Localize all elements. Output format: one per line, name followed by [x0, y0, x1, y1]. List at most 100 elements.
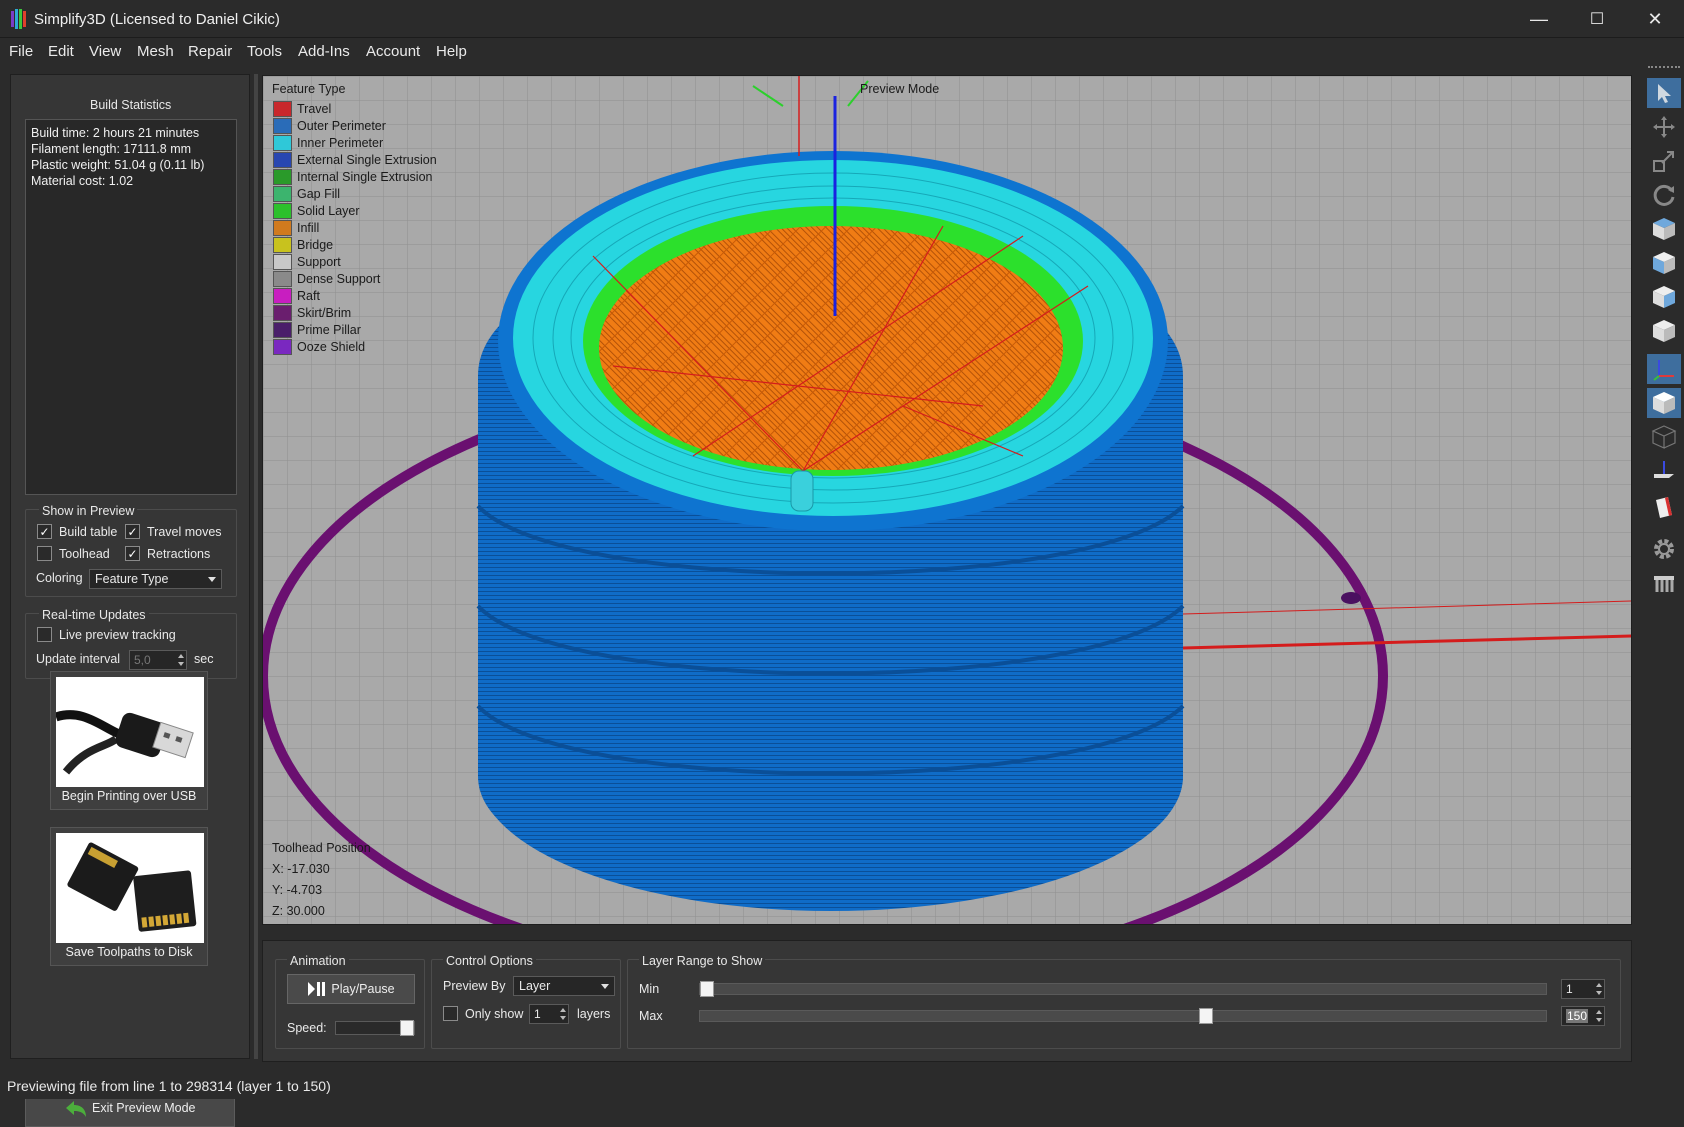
legend-item: Dense Support [273, 270, 380, 287]
legend-item: Prime Pillar [273, 321, 361, 338]
checkmark-icon: ✓ [127, 524, 138, 539]
usb-cable-image [56, 677, 204, 787]
legend-item: Bridge [273, 236, 333, 253]
live-preview-tracking-checkbox[interactable] [37, 627, 52, 642]
speed-slider[interactable] [335, 1020, 415, 1036]
show-axes-button[interactable] [1647, 354, 1681, 384]
update-interval-label: Update interval [36, 652, 121, 666]
max-layer-spinbox[interactable]: 150 [1561, 1006, 1605, 1026]
build-table-checkbox[interactable]: ✓ [37, 524, 52, 539]
speed-label: Speed: [287, 1021, 327, 1035]
minimize-button[interactable]: — [1510, 0, 1568, 38]
select-tool-button[interactable] [1647, 78, 1681, 108]
menu-account[interactable]: Account [366, 43, 420, 60]
max-layer-value: 150 [1566, 1009, 1589, 1023]
begin-printing-usb-button[interactable]: Begin Printing over USB [50, 671, 208, 810]
update-interval-spinbox[interactable]: 5,0 [129, 650, 187, 670]
update-interval-unit: sec [194, 652, 214, 666]
panel-splitter[interactable] [254, 74, 258, 1059]
menu-help[interactable]: Help [436, 43, 467, 60]
menu-tools[interactable]: Tools [247, 43, 282, 60]
solid-cube-icon [1653, 392, 1675, 414]
paint-bucket-icon [1656, 497, 1672, 518]
menu-add-ins[interactable]: Add-Ins [298, 43, 350, 60]
coloring-select[interactable]: Feature Type [89, 569, 222, 589]
process-settings-button[interactable] [1647, 568, 1681, 598]
menu-repair[interactable]: Repair [188, 43, 232, 60]
animation-title: Animation [287, 954, 349, 968]
min-layer-spinbox[interactable]: 1 [1561, 979, 1605, 999]
legend-label: Prime Pillar [297, 322, 361, 337]
preview-by-select[interactable]: Layer [513, 976, 615, 996]
build-statistics-title: Build Statistics [90, 98, 172, 112]
play-pause-button[interactable]: Play/Pause [287, 974, 415, 1004]
rotate-tool-button[interactable] [1647, 180, 1681, 210]
view-right-button[interactable] [1647, 282, 1681, 312]
min-layer-slider[interactable] [699, 981, 1547, 997]
filament-color-button[interactable] [1647, 492, 1681, 522]
begin-printing-usb-label: Begin Printing over USB [61, 789, 197, 803]
spin-up-icon [1596, 983, 1602, 987]
retractions-checkbox[interactable]: ✓ [125, 546, 140, 561]
legend-label: Dense Support [297, 271, 381, 286]
menu-file[interactable]: File [9, 43, 33, 60]
max-layer-slider-handle[interactable] [1199, 1008, 1213, 1024]
menu-mesh[interactable]: Mesh [137, 43, 174, 60]
move-tool-button[interactable] [1647, 112, 1681, 142]
close-icon: ✕ [1647, 8, 1663, 29]
stat-build-time: Build time: 2 hours 21 minutes [31, 126, 200, 140]
coloring-label: Coloring [36, 571, 83, 585]
coloring-value: Feature Type [95, 572, 169, 586]
wireframe-view-button[interactable] [1647, 422, 1681, 452]
settings-button[interactable] [1647, 534, 1681, 564]
scale-tool-button[interactable] [1647, 146, 1681, 176]
min-layer-slider-handle[interactable] [700, 981, 714, 997]
section-view-button[interactable] [1647, 456, 1681, 486]
legend-swatch [273, 100, 292, 117]
spin-up-icon [1596, 1010, 1602, 1014]
solid-view-button[interactable] [1647, 388, 1681, 418]
spin-down-icon [178, 662, 184, 666]
close-button[interactable]: ✕ [1626, 0, 1684, 38]
3d-preview-viewport[interactable]: Feature Type Preview Mode Travel Outer P… [262, 75, 1632, 925]
only-show-checkbox[interactable] [443, 1006, 458, 1021]
cross-section-icon [1654, 461, 1674, 478]
play-pause-label: Play/Pause [331, 982, 395, 996]
control-options-group [431, 959, 621, 1049]
back-arrow-icon [66, 1101, 86, 1117]
legend-label: Travel [297, 101, 332, 116]
speed-slider-handle[interactable] [400, 1020, 414, 1036]
legend-label: Ooze Shield [297, 339, 366, 354]
checkmark-icon: ✓ [39, 524, 50, 539]
only-show-spinbox[interactable]: 1 [529, 1004, 569, 1024]
menu-view[interactable]: View [89, 43, 121, 60]
legend-item: Solid Layer [273, 202, 360, 219]
sd-cards-image [56, 833, 204, 943]
save-toolpaths-button[interactable]: Save Toolpaths to Disk [50, 827, 208, 966]
maximize-button[interactable]: ☐ [1568, 0, 1626, 38]
checkmark-icon: ✓ [127, 546, 138, 561]
preview-by-value: Layer [519, 979, 551, 993]
stat-plastic-weight: Plastic weight: 51.04 g (0.11 lb) [31, 158, 205, 172]
legend-item: External Single Extrusion [273, 151, 437, 168]
minimize-icon: — [1530, 8, 1548, 29]
update-interval-value: 5,0 [134, 653, 151, 667]
travel-moves-checkbox[interactable]: ✓ [125, 524, 140, 539]
realtime-updates-title: Real-time Updates [39, 608, 149, 622]
print-process-icon [1654, 576, 1674, 592]
toolhead-checkbox[interactable] [37, 546, 52, 561]
legend-swatch [273, 168, 292, 185]
move-arrows-icon [1653, 116, 1675, 138]
legend-item: Internal Single Extrusion [273, 168, 433, 185]
legend-label: Infill [297, 220, 320, 235]
max-layer-slider[interactable] [699, 1008, 1547, 1024]
view-top-button[interactable] [1647, 214, 1681, 244]
view-front-button[interactable] [1647, 248, 1681, 278]
legend-swatch [273, 202, 292, 219]
gear-icon [1654, 539, 1674, 559]
view-iso-button[interactable] [1647, 316, 1681, 346]
only-show-label: Only show [465, 1007, 524, 1021]
exit-preview-mode-label: Exit Preview Mode [92, 1101, 196, 1115]
control-options-title: Control Options [443, 954, 536, 968]
menu-edit[interactable]: Edit [48, 43, 74, 60]
